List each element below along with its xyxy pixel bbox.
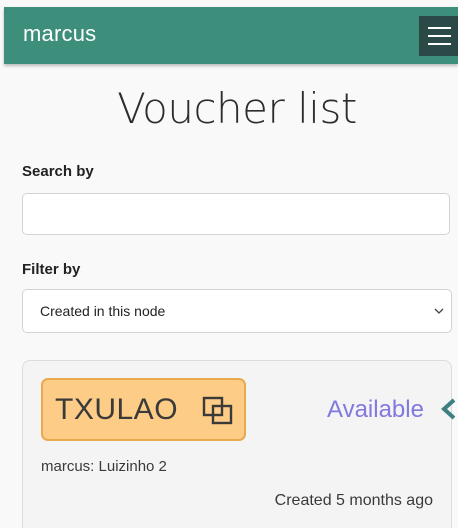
page-title: Voucher list [117, 84, 357, 133]
menu-toggle-button[interactable] [419, 16, 458, 56]
search-input[interactable] [22, 193, 450, 235]
voucher-owner: marcus: Luizinho 2 [41, 458, 167, 475]
voucher-status: Available [327, 396, 424, 423]
chevron-left-icon[interactable] [440, 397, 458, 421]
voucher-list-page: marcus Voucher list Search by Filter by … [0, 0, 458, 528]
filter-selected-value: Created in this node [40, 303, 166, 319]
filter-label: Filter by [22, 261, 81, 278]
copy-icon[interactable] [202, 396, 234, 426]
voucher-created: Created 5 months ago [274, 492, 433, 509]
brand-name[interactable]: marcus [23, 21, 96, 47]
voucher-code-chip[interactable]: TXULAO [41, 378, 246, 441]
filter-select[interactable]: Created in this node [22, 289, 452, 333]
search-label: Search by [22, 163, 94, 180]
voucher-code: TXULAO [55, 393, 179, 426]
top-navbar: marcus [4, 7, 458, 64]
hamburger-menu-icon [428, 27, 451, 29]
chevron-down-icon [434, 308, 444, 314]
